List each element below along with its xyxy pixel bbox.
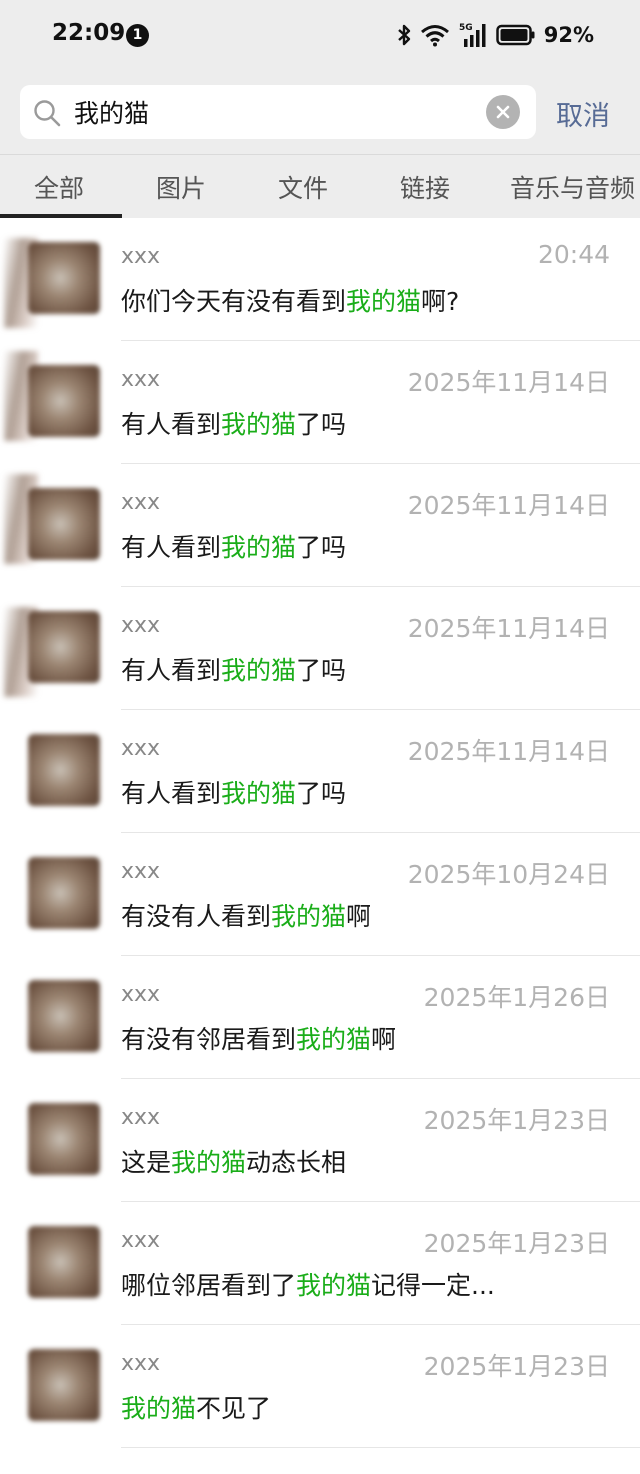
keyword-highlight: 我的猫 [221, 779, 297, 808]
message-preview: 有没有邻居看到我的猫啊 [121, 1025, 397, 1054]
avatar [28, 857, 100, 929]
search-results-list: xxx 20:44 你们今天有没有看到我的猫啊? xxx 2025年11月14日… [0, 218, 640, 1448]
message-time: 2025年1月26日 [423, 983, 610, 1012]
sender-name: xxx [121, 859, 161, 884]
keyword-highlight: 我的猫 [221, 410, 297, 439]
avatar [28, 488, 100, 560]
clear-search-button[interactable] [486, 95, 520, 129]
divider [121, 1447, 640, 1448]
sender-name: xxx [121, 613, 161, 638]
result-item[interactable]: xxx 20:44 你们今天有没有看到我的猫啊? [0, 218, 640, 341]
sender-name: xxx [121, 367, 161, 392]
avatar [28, 980, 100, 1052]
tab-images[interactable]: 图片 [156, 169, 206, 205]
tab-all[interactable]: 全部 [34, 169, 84, 205]
keyword-highlight: 我的猫 [271, 902, 347, 931]
tab-music-audio[interactable]: 音乐与音频 [510, 169, 635, 205]
keyword-highlight: 我的猫 [121, 1394, 197, 1423]
message-time: 2025年1月23日 [423, 1352, 610, 1381]
message-preview: 有人看到我的猫了吗 [121, 533, 347, 562]
keyword-highlight: 我的猫 [221, 656, 297, 685]
keyword-highlight: 我的猫 [346, 287, 422, 316]
keyword-highlight: 我的猫 [221, 533, 297, 562]
search-icon [32, 98, 62, 132]
message-preview: 我的猫不见了 [121, 1394, 272, 1423]
result-item[interactable]: xxx 2025年1月23日 这是我的猫动态长相 [0, 1079, 640, 1202]
status-bar: 22:09 1 5G 92% [0, 0, 640, 72]
message-preview: 有人看到我的猫了吗 [121, 410, 347, 439]
sender-name: xxx [121, 736, 161, 761]
sender-name: xxx [121, 244, 161, 269]
result-item[interactable]: xxx 2025年10月24日 有没有人看到我的猫啊 [0, 833, 640, 956]
battery-icon [495, 24, 536, 46]
result-item[interactable]: xxx 2025年1月23日 哪位邻居看到了我的猫记得一定... [0, 1202, 640, 1325]
network-type-label: 5G [459, 23, 473, 33]
keyword-highlight: 我的猫 [171, 1148, 247, 1177]
result-item[interactable]: xxx 2025年11月14日 有人看到我的猫了吗 [0, 464, 640, 587]
bluetooth-icon [396, 23, 412, 47]
avatar [28, 1349, 100, 1421]
sender-name: xxx [121, 1105, 161, 1130]
message-time: 2025年11月14日 [407, 737, 610, 766]
message-time: 2025年10月24日 [407, 860, 610, 889]
notification-badge: 1 [126, 24, 149, 47]
avatar [28, 611, 100, 683]
message-time: 2025年11月14日 [407, 614, 610, 643]
message-preview: 有没有人看到我的猫啊 [121, 902, 372, 931]
avatar [28, 242, 100, 314]
status-icons: 5G 92% [396, 20, 594, 50]
sender-name: xxx [121, 1351, 161, 1376]
avatar [28, 365, 100, 437]
filter-tabs: 全部 图片 文件 链接 音乐与音频 [0, 154, 640, 218]
message-preview: 有人看到我的猫了吗 [121, 779, 347, 808]
message-time: 2025年1月23日 [423, 1229, 610, 1258]
avatar [28, 1226, 100, 1298]
result-item[interactable]: xxx 2025年11月14日 有人看到我的猫了吗 [0, 710, 640, 833]
avatar [28, 1103, 100, 1175]
search-input[interactable] [74, 95, 474, 129]
message-preview: 有人看到我的猫了吗 [121, 656, 347, 685]
message-preview: 哪位邻居看到了我的猫记得一定... [121, 1271, 495, 1300]
tab-files[interactable]: 文件 [278, 169, 328, 205]
close-icon [496, 105, 510, 119]
keyword-highlight: 我的猫 [296, 1025, 372, 1054]
message-preview: 这是我的猫动态长相 [121, 1148, 347, 1177]
tab-links[interactable]: 链接 [400, 169, 450, 205]
result-item[interactable]: xxx 2025年1月23日 我的猫不见了 [0, 1325, 640, 1448]
search-box[interactable] [20, 85, 536, 139]
message-time: 2025年11月14日 [407, 368, 610, 397]
result-item[interactable]: xxx 2025年11月14日 有人看到我的猫了吗 [0, 341, 640, 464]
wifi-icon [420, 23, 450, 47]
keyword-highlight: 我的猫 [296, 1271, 372, 1300]
message-preview: 你们今天有没有看到我的猫啊? [121, 287, 460, 316]
sender-name: xxx [121, 982, 161, 1007]
battery-percentage: 92% [543, 23, 594, 47]
message-time: 2025年1月23日 [423, 1106, 610, 1135]
result-item[interactable]: xxx 2025年1月26日 有没有邻居看到我的猫啊 [0, 956, 640, 1079]
sender-name: xxx [121, 490, 161, 515]
message-time: 2025年11月14日 [407, 491, 610, 520]
result-item[interactable]: xxx 2025年11月14日 有人看到我的猫了吗 [0, 587, 640, 710]
search-bar: 取消 [0, 72, 640, 154]
sender-name: xxx [121, 1228, 161, 1253]
status-time: 22:09 [52, 20, 126, 46]
avatar [28, 734, 100, 806]
cancel-button[interactable]: 取消 [556, 94, 610, 133]
cellular-signal-icon: 5G [458, 21, 488, 49]
message-time: 20:44 [537, 240, 610, 269]
